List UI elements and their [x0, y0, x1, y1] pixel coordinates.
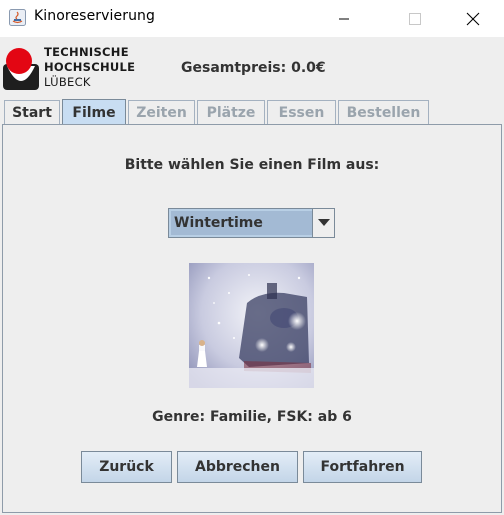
tab-bestellen[interactable]: Bestellen — [338, 100, 429, 125]
window-title: Kinoreservierung — [34, 8, 156, 24]
maximize-icon — [409, 12, 421, 25]
maximize-button[interactable] — [392, 0, 438, 37]
minimize-icon — [339, 18, 349, 19]
film-select[interactable]: Wintertime — [168, 208, 335, 238]
tab-panel-filme: Bitte wählen Sie einen Film aus: Wintert… — [2, 124, 502, 513]
back-button[interactable]: Zurück — [81, 451, 172, 483]
tab-plaetze[interactable]: Plätze — [197, 100, 265, 125]
th-luebeck-logo — [3, 48, 39, 90]
total-price-label: Gesamtpreis: 0.0€ — [181, 60, 326, 76]
next-button[interactable]: Fortfahren — [303, 451, 422, 483]
film-select-value: Wintertime — [171, 211, 313, 235]
film-prompt: Bitte wählen Sie einen Film aus: — [124, 157, 380, 173]
tab-filme[interactable]: Filme — [62, 99, 126, 125]
logo-line-3: LÜBECK — [44, 75, 91, 89]
tab-start[interactable]: Start — [4, 100, 60, 125]
close-icon — [466, 12, 480, 25]
genre-fsk-label: Genre: Familie, FSK: ab 6 — [152, 409, 352, 425]
chevron-down-icon — [317, 219, 330, 226]
film-poster-image — [189, 263, 314, 388]
minimize-button[interactable] — [321, 0, 367, 37]
logo-line-1: TECHNISCHE — [44, 45, 129, 59]
logo-text: TECHNISCHE HOCHSCHULE LÜBECK — [44, 45, 135, 90]
tab-essen[interactable]: Essen — [267, 100, 336, 125]
tab-zeiten[interactable]: Zeiten — [128, 100, 195, 125]
logo-line-2: HOCHSCHULE — [44, 60, 136, 74]
cancel-button[interactable]: Abbrechen — [177, 451, 298, 483]
window-titlebar: Kinoreservierung — [0, 0, 504, 37]
close-button[interactable] — [450, 0, 496, 37]
java-app-icon — [9, 9, 26, 26]
dropdown-arrow-button[interactable] — [312, 209, 334, 237]
main-frame: TECHNISCHE HOCHSCHULE LÜBECK Gesamtpreis… — [0, 37, 504, 515]
